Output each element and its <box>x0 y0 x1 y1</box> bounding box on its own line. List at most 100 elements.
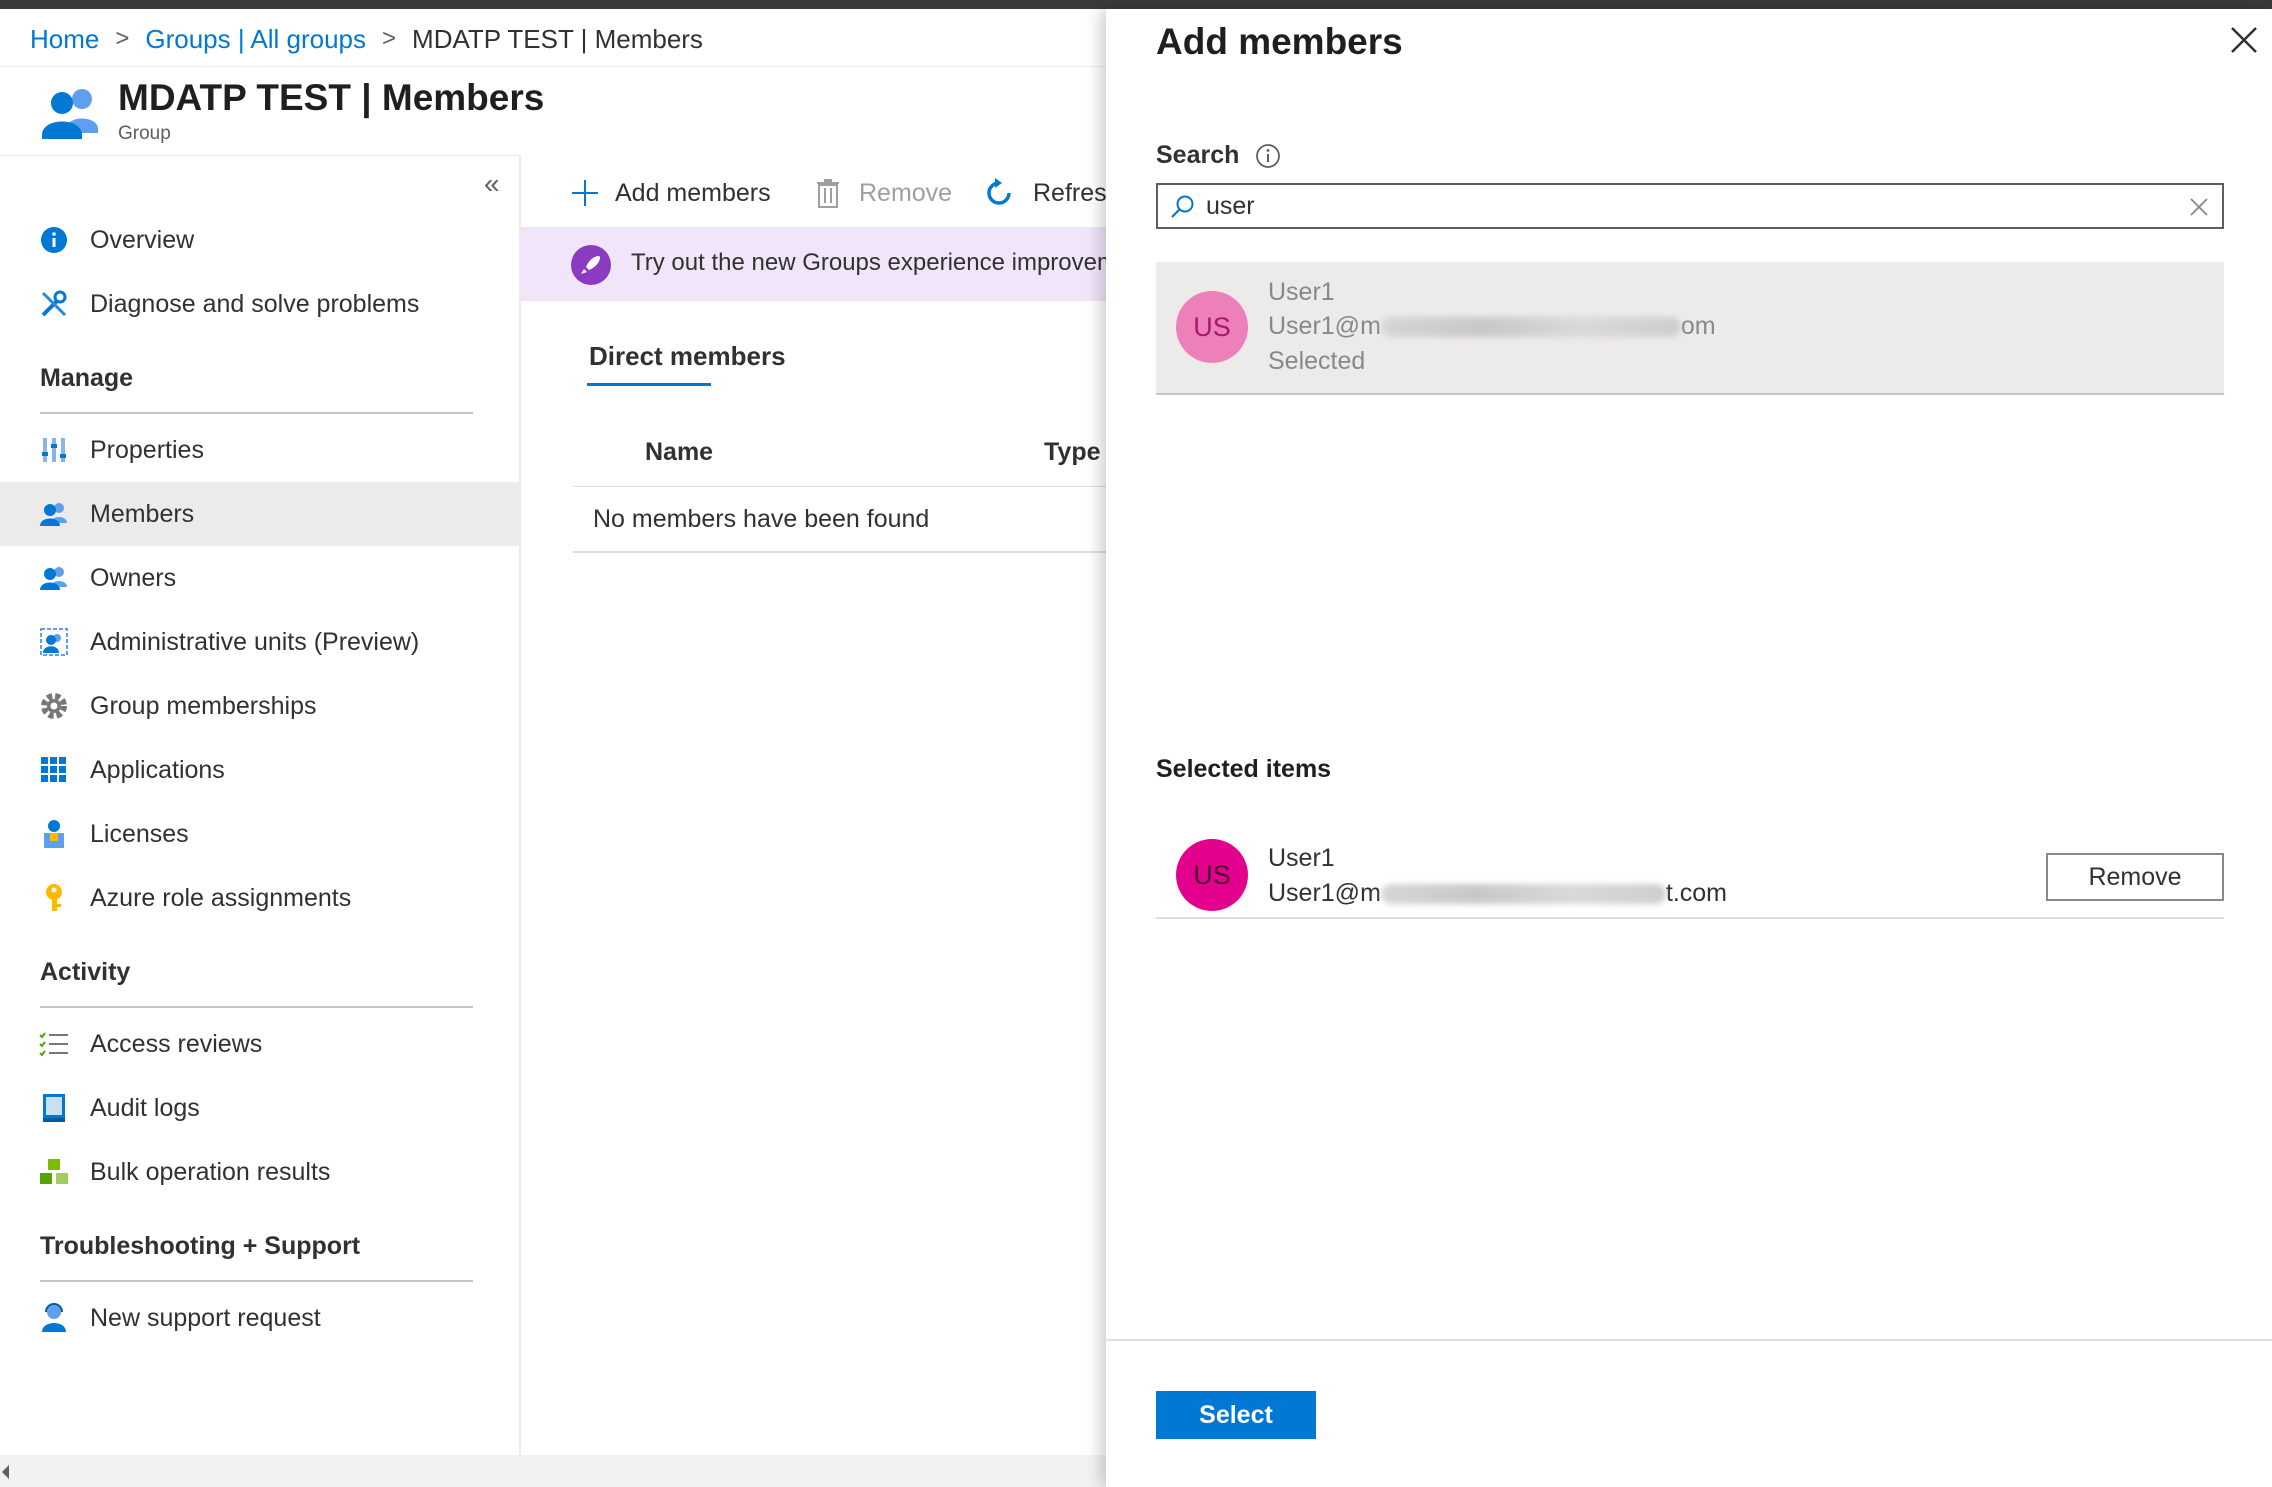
result-email: User1@m om <box>1268 312 1716 341</box>
search-icon <box>1171 195 1194 218</box>
sidebar-item-label: Members <box>90 499 195 528</box>
selected-items-title: Selected items <box>1156 755 1332 783</box>
email-start: User1@m <box>1268 312 1381 340</box>
breadcrumb-home[interactable]: Home <box>30 24 99 55</box>
divider <box>573 551 1111 553</box>
group-icon <box>42 89 98 139</box>
info-outline-icon[interactable] <box>1255 143 1281 169</box>
sidebar-item-licenses[interactable]: Licenses <box>0 802 519 866</box>
add-members-button[interactable]: Add members <box>571 173 771 213</box>
sidebar-item-label: Properties <box>90 435 204 464</box>
support-icon <box>38 1302 70 1334</box>
new-experience-banner[interactable]: Try out the new Groups experience improv… <box>521 227 1111 301</box>
close-icon[interactable] <box>2227 23 2261 57</box>
sidebar-item-label: Bulk operation results <box>90 1157 331 1186</box>
cubes-icon <box>38 1156 70 1188</box>
sidebar-item-access-reviews[interactable]: Access reviews <box>0 1012 519 1076</box>
divider <box>573 486 1111 487</box>
clear-search-icon[interactable] <box>2188 196 2210 218</box>
collapse-sidebar-button[interactable]: « <box>484 168 500 200</box>
search-input[interactable] <box>1206 189 2166 223</box>
sidebar-item-label: Azure role assignments <box>90 883 352 912</box>
column-header-type[interactable]: Type <box>1044 438 1101 467</box>
column-header-name[interactable]: Name <box>645 438 713 467</box>
plus-icon <box>572 180 598 206</box>
horizontal-scrollbar[interactable] <box>0 1455 1106 1487</box>
book-icon <box>38 1092 70 1124</box>
email-end: t.com <box>1665 879 1728 907</box>
sidebar-item-applications[interactable]: Applications <box>0 738 519 802</box>
owners-icon <box>38 562 70 594</box>
section-title-troubleshooting: Troubleshooting + Support <box>40 1232 361 1260</box>
rocket-icon <box>571 245 611 285</box>
sidebar-item-label: Owners <box>90 563 177 592</box>
page-subtitle: Group <box>118 123 171 144</box>
email-end: om <box>1680 312 1716 340</box>
sidebar-item-overview[interactable]: Overview <box>0 208 519 272</box>
result-status: Selected <box>1268 347 1366 375</box>
page-header: MDATP TEST | Members Group <box>0 66 1110 156</box>
sidebar-item-group-memberships[interactable]: Group memberships <box>0 674 519 738</box>
selected-item: US User1 User1@m t.com Remove <box>1156 819 2224 919</box>
sidebar-item-diagnose[interactable]: Diagnose and solve problems <box>0 272 519 336</box>
sidebar: « Overview Diagnose and solve problems M… <box>0 155 521 1455</box>
email-start: User1@m <box>1268 879 1381 907</box>
search-result-item[interactable]: US User1 User1@m om Selected <box>1156 262 2224 395</box>
breadcrumb-current: MDATP TEST | Members <box>412 23 703 54</box>
admin-units-icon <box>38 626 70 658</box>
remove-label: Remove <box>859 178 953 207</box>
sidebar-item-label: New support request <box>90 1303 321 1332</box>
select-button[interactable]: Select <box>1156 1391 1316 1439</box>
section-title-manage: Manage <box>40 364 134 392</box>
remove-button[interactable]: Remove <box>815 173 952 213</box>
properties-icon <box>38 434 70 466</box>
sidebar-item-owners[interactable]: Owners <box>0 546 519 610</box>
banner-text: Try out the new Groups experience improv… <box>631 249 1111 276</box>
main-content: Add members Remove Refres Try out the ne… <box>521 155 1111 1455</box>
trash-icon <box>817 179 839 208</box>
search-box <box>1156 183 2224 229</box>
tab-direct-members[interactable]: Direct members <box>589 341 786 372</box>
panel-title: Add members <box>1156 21 1403 62</box>
sidebar-item-properties[interactable]: Properties <box>0 418 519 482</box>
breadcrumb: Home > Groups | All groups > MDATP TEST … <box>30 22 703 56</box>
gear-icon <box>38 690 70 722</box>
sidebar-item-new-support-request[interactable]: New support request <box>0 1286 519 1350</box>
divider <box>40 412 473 414</box>
empty-state-message: No members have been found <box>593 505 930 533</box>
sidebar-item-label: Audit logs <box>90 1093 200 1122</box>
search-label-text: Search <box>1156 141 1240 169</box>
divider <box>40 1280 473 1282</box>
chevron-right-icon: > <box>115 25 130 52</box>
tab-underline <box>587 383 711 386</box>
top-bar <box>0 0 2272 9</box>
add-members-panel: Add members Search US User1 <box>1106 9 2272 1487</box>
license-icon <box>38 818 70 850</box>
sidebar-item-label: Access reviews <box>90 1029 263 1058</box>
sidebar-item-label: Group memberships <box>90 691 317 720</box>
sidebar-item-label: Licenses <box>90 819 189 848</box>
sidebar-item-label: Applications <box>90 755 225 784</box>
refresh-icon <box>987 178 1011 205</box>
refresh-button[interactable]: Refres <box>983 173 1107 213</box>
page-title: MDATP TEST | Members <box>118 77 545 118</box>
sidebar-item-bulk-operation-results[interactable]: Bulk operation results <box>0 1140 519 1204</box>
key-icon <box>38 882 70 914</box>
redacted-blur <box>1380 317 1681 338</box>
scroll-left-icon[interactable] <box>2 1465 9 1479</box>
sidebar-item-members[interactable]: Members <box>0 482 519 546</box>
sidebar-item-administrative-units[interactable]: Administrative units (Preview) <box>0 610 519 674</box>
checklist-icon <box>38 1028 70 1060</box>
sidebar-item-audit-logs[interactable]: Audit logs <box>0 1076 519 1140</box>
sidebar-item-label: Overview <box>90 225 195 254</box>
selected-email: User1@m t.com <box>1268 879 1727 908</box>
remove-selected-button[interactable]: Remove <box>2046 853 2224 901</box>
breadcrumb-groups[interactable]: Groups | All groups <box>145 24 366 55</box>
apps-grid-icon <box>38 754 70 786</box>
result-name: User1 <box>1268 278 1335 306</box>
divider <box>40 1006 473 1008</box>
chevron-right-icon: > <box>382 25 397 52</box>
sidebar-item-azure-role-assignments[interactable]: Azure role assignments <box>0 866 519 930</box>
sidebar-item-label: Diagnose and solve problems <box>90 289 420 318</box>
members-icon <box>38 498 70 530</box>
